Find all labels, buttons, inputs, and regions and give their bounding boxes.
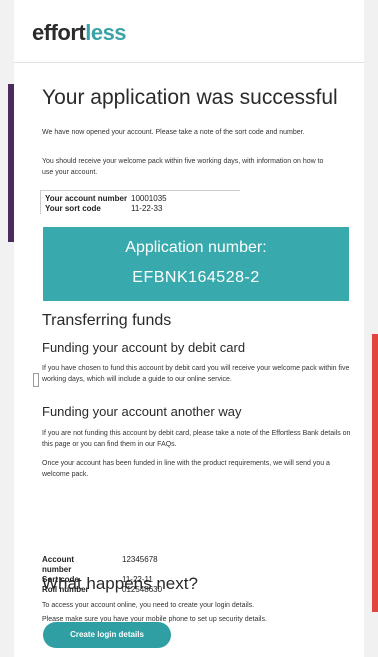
- logo-part2: less: [85, 20, 127, 45]
- bank-account-value: 12345678: [122, 555, 158, 564]
- create-login-details-button[interactable]: Create login details: [43, 622, 171, 648]
- debit-card-text: If you have chosen to fund this account …: [42, 365, 350, 383]
- intro-text: We have now opened your account. Please …: [42, 129, 305, 136]
- other-way-text: If you are not funding this account by d…: [42, 430, 351, 448]
- account-details: Your account number 10001035 Your sort co…: [40, 190, 240, 214]
- scroll-handle[interactable]: [33, 373, 39, 387]
- other-way-heading: Funding your account another way: [42, 404, 242, 419]
- account-number-value: 10001035: [131, 194, 167, 203]
- what-next-title: What happens next?: [42, 574, 198, 593]
- logo-part1: effort: [32, 20, 86, 45]
- application-number-label: Application number:: [125, 239, 267, 256]
- header: effortless: [14, 0, 364, 62]
- page-title: Your application was successful: [42, 86, 338, 109]
- bank-account-label: Account number: [42, 555, 74, 574]
- account-number-label: Your account number: [45, 194, 128, 203]
- account-number-row: Account number 12345678: [42, 555, 162, 575]
- sort-code-value: 11-22-33: [131, 204, 163, 213]
- debit-card-heading: Funding your account by debit card: [42, 340, 246, 355]
- access-text: To access your account online, you need …: [42, 602, 255, 609]
- welcome-pack-note: Once your account has been funded in lin…: [42, 460, 330, 478]
- accent-bar-left: [8, 84, 14, 242]
- sort-code-label: Your sort code: [45, 204, 101, 213]
- application-number-box: Application number: EFBNK164528-2: [43, 227, 349, 301]
- welcome-pack-text: You should receive your welcome pack wit…: [42, 158, 324, 176]
- transferring-funds-title: Transferring funds: [42, 312, 172, 329]
- application-number-value: EFBNK164528-2: [132, 269, 260, 286]
- effortless-logo[interactable]: effortless: [32, 20, 127, 46]
- accent-bar-right: [372, 334, 378, 612]
